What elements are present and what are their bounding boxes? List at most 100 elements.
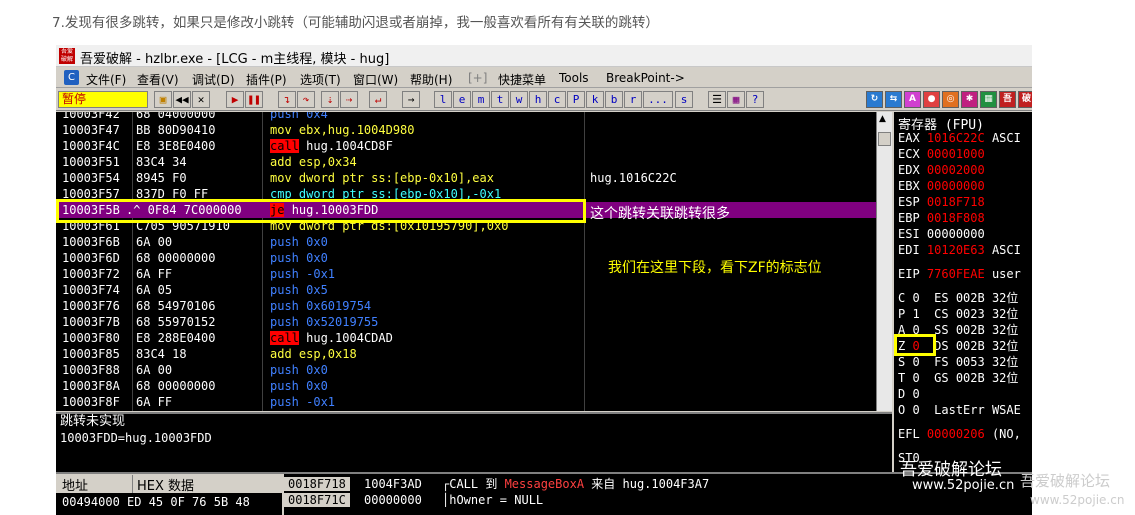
step-over-icon[interactable]: ↷ bbox=[297, 91, 315, 108]
nav-icon[interactable]: ⇆ bbox=[885, 91, 902, 108]
register-ecx[interactable]: ECX 00001000 bbox=[898, 146, 985, 162]
register-edx[interactable]: EDX 00002000 bbox=[898, 162, 985, 178]
rewind-icon[interactable]: ◀◀ bbox=[173, 91, 191, 108]
dump-col-address[interactable]: 地址 bbox=[62, 475, 88, 494]
gear-icon[interactable]: ✱ bbox=[961, 91, 978, 108]
execute-till-return-icon[interactable]: ↵ bbox=[369, 91, 387, 108]
menu-shortcut[interactable]: 快捷菜单 bbox=[498, 71, 546, 88]
flag-s[interactable]: S 0 FS 0053 32位 bbox=[898, 354, 1018, 370]
tb-letter-m[interactable]: m bbox=[472, 91, 490, 108]
open-icon[interactable]: ▣ bbox=[154, 91, 172, 108]
menu-help[interactable]: 帮助(H) bbox=[410, 71, 452, 88]
asm-row[interactable]: 10003F74 6A 05 push 0x5 bbox=[56, 282, 876, 298]
stack-row[interactable]: 0018F71C 00000000 │hOwner = NULL bbox=[284, 492, 1032, 508]
plugin-a-icon[interactable]: A bbox=[904, 91, 921, 108]
menu-plugins[interactable]: 插件(P) bbox=[246, 71, 287, 88]
menu-options[interactable]: 选项(T) bbox=[300, 71, 341, 88]
asm-row[interactable]: 10003F47 BB 80D90410 mov ebx,hug.1004D980 bbox=[56, 122, 876, 138]
asm-row[interactable]: 10003F6B 6A 00 push 0x0 bbox=[56, 234, 876, 250]
help-icon[interactable]: ? bbox=[746, 91, 764, 108]
target-icon[interactable]: ◎ bbox=[942, 91, 959, 108]
tb-ellipsis[interactable]: ... bbox=[643, 91, 673, 108]
register-name: EIP bbox=[898, 267, 920, 281]
dump-row[interactable]: 00494000 ED 45 0F 76 5B 48 bbox=[56, 493, 282, 515]
trace-into-icon[interactable]: ⇣ bbox=[321, 91, 339, 108]
asm-row[interactable]: 10003F80 E8 288E0400 call hug.1004CDAD bbox=[56, 330, 876, 346]
record-icon[interactable]: ● bbox=[923, 91, 940, 108]
menu-plus[interactable]: [+] bbox=[468, 71, 487, 85]
tb-letter-h[interactable]: h bbox=[529, 91, 547, 108]
register-esp[interactable]: ESP 0018F718 bbox=[898, 194, 985, 210]
tb-letter-e[interactable]: e bbox=[453, 91, 471, 108]
asm-row[interactable]: 10003F88 6A 00 push 0x0 bbox=[56, 362, 876, 378]
tb-letter-l[interactable]: l bbox=[434, 91, 452, 108]
tb-letter-r[interactable]: r bbox=[624, 91, 642, 108]
tb-letter-t[interactable]: t bbox=[491, 91, 509, 108]
debugger-window: 吾爱 破解 吾爱破解 - hzlbr.exe - [LCG - m主线程, 模块 … bbox=[56, 45, 1032, 515]
register-esi[interactable]: ESI 00000000 bbox=[898, 226, 985, 242]
asm-row[interactable]: 10003F51 83C4 34 add esp,0x34 bbox=[56, 154, 876, 170]
register-value: 10120E63 bbox=[926, 243, 985, 257]
asm-row[interactable]: 10003F7B 68 55970152 push 0x52019755 bbox=[56, 314, 876, 330]
register-extra: ASCI bbox=[991, 131, 1021, 145]
tb-letter-k[interactable]: k bbox=[586, 91, 604, 108]
stack-comment-prefix: ┌CALL 到 bbox=[442, 477, 505, 491]
disasm-scrollbar[interactable]: ▲ bbox=[876, 112, 892, 411]
asm-row[interactable]: 10003F42 68 04000000 push 0x4 bbox=[56, 112, 876, 122]
asm-row[interactable]: 10003F8F 6A FF push -0x1 bbox=[56, 394, 876, 410]
menu-debug[interactable]: 调试(D) bbox=[192, 71, 235, 88]
flag-p[interactable]: P 1 CS 0023 32位 bbox=[898, 306, 1018, 322]
disassembly-pane[interactable]: 10003F42 68 04000000 push 0x4 10003F47 BB 8… bbox=[56, 112, 876, 411]
asm-row[interactable]: 10003F54 8945 F0 mov dword ptr ss:[ebp-0x1… bbox=[56, 170, 876, 186]
register-name: ECX bbox=[898, 147, 920, 161]
refresh-icon[interactable]: ↻ bbox=[866, 91, 883, 108]
registers-pane[interactable]: 寄存器 (FPU) EAX 1016C22C ASCI ECX 00001000… bbox=[894, 112, 1032, 472]
asm-row[interactable]: 10003F8A 68 00000000 push 0x0 bbox=[56, 378, 876, 394]
register-ebp[interactable]: EBP 0018F808 bbox=[898, 210, 985, 226]
menu-tools[interactable]: Tools bbox=[559, 71, 589, 85]
dump-header: 地址 HEX 数据 bbox=[56, 474, 282, 494]
scroll-thumb[interactable] bbox=[878, 132, 891, 146]
menu-breakpoint[interactable]: BreakPoint-> bbox=[606, 71, 685, 85]
window-icon[interactable]: ▦ bbox=[727, 91, 745, 108]
flag-c[interactable]: C 0 ES 002B 32位 bbox=[898, 290, 1018, 306]
dump-col-hex[interactable]: HEX 数据 bbox=[132, 475, 194, 494]
asm-hex: 68 00000000 bbox=[136, 251, 216, 265]
tb-letter-b[interactable]: b bbox=[605, 91, 623, 108]
flag-o[interactable]: O 0 LastErr WSAE bbox=[898, 402, 1021, 418]
menu-file[interactable]: 文件(F) bbox=[86, 71, 126, 88]
tb-letter-p[interactable]: P bbox=[567, 91, 585, 108]
menu-window[interactable]: 窗口(W) bbox=[353, 71, 398, 88]
goto-icon[interactable]: → bbox=[402, 91, 420, 108]
asm-address: 10003F8A bbox=[62, 379, 120, 393]
asm-hex: 68 04000000 bbox=[136, 112, 216, 121]
app-menu-icon[interactable]: C bbox=[64, 70, 79, 85]
asm-row[interactable]: 10003F76 68 54970106 push 0x6019754 bbox=[56, 298, 876, 314]
tb-letter-s[interactable]: s bbox=[675, 91, 693, 108]
pause-icon[interactable]: ❚❚ bbox=[245, 91, 263, 108]
register-eax[interactable]: EAX 1016C22C ASCI bbox=[898, 130, 1021, 146]
register-edi[interactable]: EDI 10120E63 ASCI bbox=[898, 242, 1021, 258]
logo2-icon[interactable]: 破 bbox=[1018, 91, 1032, 108]
asm-hex: 68 54970106 bbox=[136, 299, 216, 313]
register-efl[interactable]: EFL 00000206 (NO, bbox=[898, 426, 1021, 442]
flag-d[interactable]: D 0 bbox=[898, 386, 920, 402]
asm-row[interactable]: 10003F4C E8 3E8E0400 call hug.1004CD8F bbox=[56, 138, 876, 154]
register-eip[interactable]: EIP 7760FEAE user bbox=[898, 266, 1021, 282]
grid-icon[interactable]: ▦ bbox=[980, 91, 997, 108]
run-icon[interactable]: ▶ bbox=[226, 91, 244, 108]
scroll-up-icon[interactable]: ▲ bbox=[879, 114, 886, 124]
trace-over-icon[interactable]: ⇢ bbox=[340, 91, 358, 108]
tb-letter-c[interactable]: c bbox=[548, 91, 566, 108]
tb-letter-w[interactable]: w bbox=[510, 91, 528, 108]
asm-row[interactable]: 10003F85 83C4 18 add esp,0x18 bbox=[56, 346, 876, 362]
close-icon[interactable]: ✕ bbox=[192, 91, 210, 108]
caption-text: 7.发现有很多跳转，如果只是修改小跳转（可能辅助闪退或者崩掉，我一般喜欢看所有有… bbox=[52, 15, 659, 31]
step-into-icon[interactable]: ↴ bbox=[278, 91, 296, 108]
menu-view[interactable]: 查看(V) bbox=[137, 71, 179, 88]
list-icon[interactable]: ☰ bbox=[708, 91, 726, 108]
register-ebx[interactable]: EBX 00000000 bbox=[898, 178, 985, 194]
logo-icon[interactable]: 吾 bbox=[999, 91, 1016, 108]
register-value: 0018F808 bbox=[926, 211, 985, 225]
flag-t[interactable]: T 0 GS 002B 32位 bbox=[898, 370, 1018, 386]
